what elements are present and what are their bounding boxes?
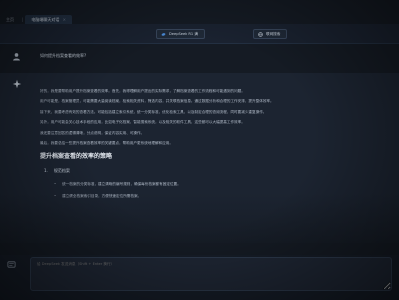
chat-input-area [0, 255, 399, 300]
tab-home[interactable]: 主页 [0, 15, 20, 24]
answer-heading: 提升档案查看的效率的策略 [40, 153, 113, 161]
tab-bar: 主页 | 电脑端聊天对话 × [0, 15, 72, 24]
chat-header: DeepSeek R1 满 联网搜索 [0, 24, 399, 44]
answer-paragraph: 另外，用户可能会关心技术手段的应用，比如电子化档案、智能搜索系统，以及相关的软件… [40, 120, 245, 125]
list-item-label: 规范档案 [53, 168, 70, 174]
list-item-number: 1. [44, 168, 48, 174]
deepseek-model-button[interactable]: DeepSeek R1 满 [156, 29, 205, 39]
attachment-icon[interactable] [7, 260, 16, 269]
answer-content: 好的，我是要帮助用户提升档案查看的效率。首先，我得理解用户提出的实际需求，了解档… [40, 89, 392, 206]
tab-chat[interactable]: 电脑端聊天对话 × [25, 15, 72, 24]
user-question-text: 如何提升档案查看的效率? [40, 53, 87, 58]
assistant-logo-icon [12, 79, 22, 89]
answer-paragraph: 用户可能是，档案管理员，可能需要大量阅读档案，检索相关资料，筛选内容，并关联档案… [40, 99, 274, 104]
answer-paragraph: 我还要注意回答的逻辑清晰，分点说明，保证内容实用、可操作。 [40, 130, 145, 135]
user-avatar-icon [12, 52, 21, 61]
web-search-button[interactable]: 联网搜索 [253, 29, 288, 39]
globe-icon [258, 31, 263, 37]
tab-close-icon[interactable]: × [63, 17, 66, 22]
deepseek-whale-icon [161, 32, 166, 37]
tab-label: 主页 [6, 17, 14, 22]
answer-paragraph: 好的，我是要帮助用户提升档案查看的效率。首先，我得理解用户提出的实际需求，了解档… [40, 89, 245, 93]
chat-message-input[interactable] [30, 257, 392, 291]
answer-paragraph: 最后，我要总结一些提升档案查看效率的关键要点，帮助用户更系统地理解和应用。 [40, 141, 173, 146]
assistant-message: 好的，我是要帮助用户提升档案查看的效率。首先，我得理解用户提出的实际需求，了解档… [0, 73, 399, 243]
model-button-label: DeepSeek R1 满 [169, 31, 198, 36]
tab-label: 电脑端聊天对话 [31, 17, 60, 22]
user-message: 如何提升档案查看的效率? [0, 44, 399, 73]
list-item-title: 1. 规范档案 [44, 168, 392, 174]
model-button-label: 联网搜索 [266, 31, 281, 36]
list-bullet: 建立健全档案索引目录，方便快速定位所需档案。 [54, 194, 392, 199]
answer-paragraph: 接下来，我要考虑有效的查看方法。可能包括建立索引系统，统一分类标准，优化检索工具… [40, 109, 267, 114]
list-bullet: 统一档案的分类标准，建立清晰的编号规则，确保每份档案都有固定位置。 [54, 182, 392, 187]
